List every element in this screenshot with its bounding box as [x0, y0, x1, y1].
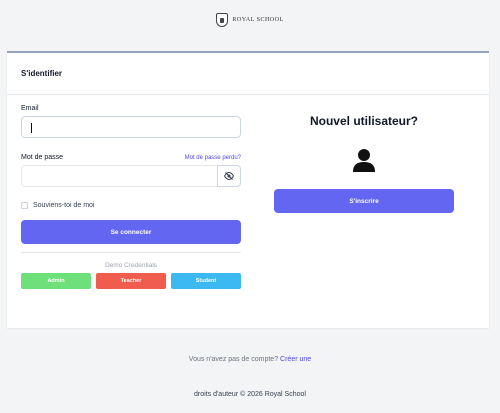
remember-checkbox[interactable] [21, 202, 28, 209]
new-user-title: Nouvel utilisateur? [309, 114, 419, 128]
brand-name: ROYAL SCHOOL [232, 17, 284, 23]
password-field[interactable] [21, 165, 217, 187]
eye-slash-icon [224, 172, 234, 180]
demo-credentials-title: Demo Credentials [104, 262, 158, 269]
register-panel: Nouvel utilisateur? S'inscrire [274, 111, 454, 213]
demo-teacher-button[interactable]: Teacher [96, 273, 166, 289]
crest-icon [216, 13, 229, 27]
footer-copyright: droits d'auteur © 2026 Royal School [194, 391, 306, 398]
demo-admin-button[interactable]: Admin [21, 273, 91, 289]
demo-student-button[interactable]: Student [171, 273, 241, 289]
login-form: Email Mot de passe Mot de passe perdu? S… [21, 105, 241, 289]
email-field[interactable] [21, 116, 241, 138]
brand-logo[interactable]: ROYAL SCHOOL [0, 13, 500, 27]
signup-prompt: Vous n'avez pas de compte? Créer une [0, 356, 500, 363]
login-button[interactable]: Se connecter [21, 220, 241, 244]
divider [21, 252, 241, 253]
text-caret [31, 123, 32, 133]
demo-credentials: Admin Teacher Student [21, 273, 241, 289]
login-card: S'identifier Email Mot de passe Mot de p… [7, 51, 489, 328]
user-icon [353, 148, 375, 172]
password-label: Mot de passe [21, 154, 64, 161]
email-label: Email [21, 105, 39, 112]
toggle-password-button[interactable] [217, 165, 241, 187]
login-title: S'identifier [7, 53, 489, 95]
forgot-password-link[interactable]: Mot de passe perdu? [185, 155, 241, 161]
create-account-link[interactable]: Créer une [280, 356, 311, 363]
register-button[interactable]: S'inscrire [274, 189, 454, 213]
signup-text: Vous n'avez pas de compte? [188, 356, 279, 363]
remember-label: Souviens-toi de moi [33, 202, 95, 209]
